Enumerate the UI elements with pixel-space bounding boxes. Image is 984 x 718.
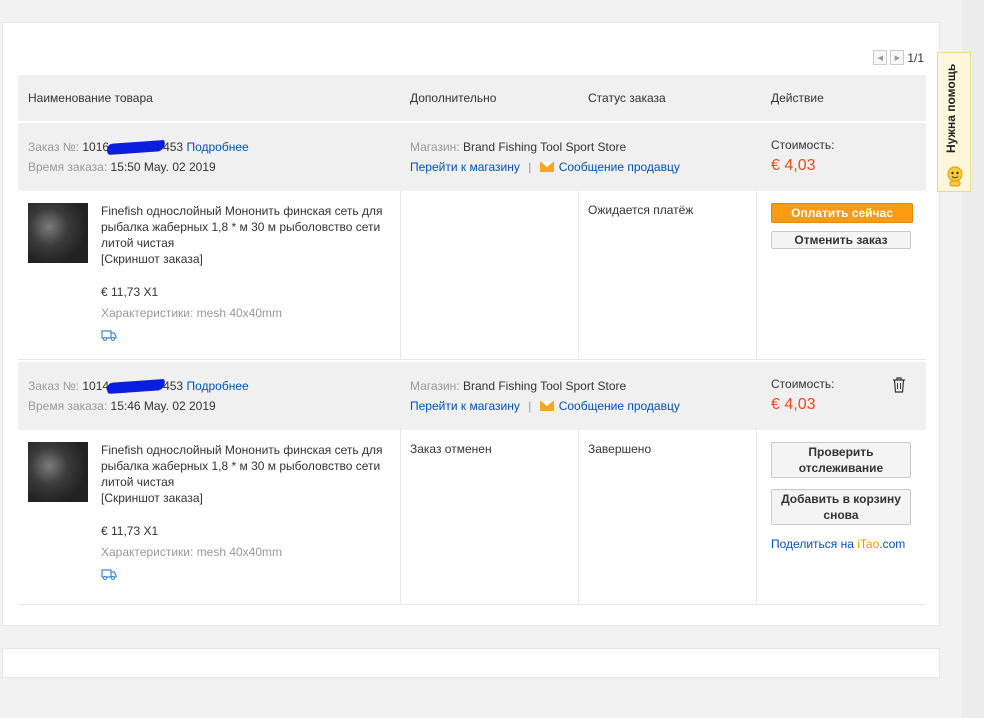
prev-page-button[interactable]: ◀ <box>873 50 888 65</box>
itao-brand-com: .com <box>879 537 906 551</box>
order-number-label: Заказ №: <box>28 140 80 154</box>
help-widget[interactable]: Нужна помощь <box>937 52 971 192</box>
order-number-start: 1016 <box>82 140 110 154</box>
store-line: Магазин: Brand Fishing Tool Sport Store <box>410 140 626 154</box>
envelope-icon <box>539 162 554 172</box>
pay-now-button[interactable]: Оплатить сейчас <box>771 203 913 223</box>
delivery-truck-icon[interactable] <box>101 568 117 580</box>
column-divider <box>400 430 401 604</box>
cost-label: Стоимость: <box>771 377 835 391</box>
order-time-line: Время заказа: 15:50 May. 02 2019 <box>28 160 216 174</box>
column-divider <box>756 191 757 359</box>
share-text: Поделиться на <box>771 537 854 551</box>
check-tracking-line2: отслеживание <box>798 461 884 475</box>
column-divider <box>578 430 579 604</box>
order-number-start: 1014 <box>82 379 110 393</box>
order-number-label: Заказ №: <box>28 379 80 393</box>
store-line: Магазин: Brand Fishing Tool Sport Store <box>410 379 626 393</box>
redaction-mark <box>106 140 166 156</box>
page-indicator: 1/1 <box>907 50 924 65</box>
go-to-store-link[interactable]: Перейти к магазину <box>410 399 520 413</box>
link-separator: | <box>528 399 532 413</box>
order-details-link[interactable]: Подробнее <box>186 379 248 393</box>
order-number-line: Заказ №: 1014 453 Подробнее <box>28 379 249 395</box>
product-specs: Характеристики: mesh 40x40mm <box>101 306 283 320</box>
product-price: € 11,73 X1 <box>101 524 159 538</box>
product-title-text[interactable]: Finefish однослойный Мононить финская се… <box>101 443 382 489</box>
product-specs: Характеристики: mesh 40x40mm <box>101 545 283 559</box>
order-snapshot-link[interactable]: [Скриншот заказа] <box>101 491 203 505</box>
order-snapshot-link[interactable]: [Скриншот заказа] <box>101 252 203 266</box>
go-to-store-link[interactable]: Перейти к магазину <box>410 160 520 174</box>
share-itao-link[interactable]: Поделиться на iTao.com <box>771 537 905 551</box>
cost-label: Стоимость: <box>771 138 835 152</box>
delivery-truck-icon[interactable] <box>101 329 117 341</box>
add-to-cart-line2: снова <box>823 508 859 522</box>
column-divider <box>578 191 579 359</box>
order-item: Finefish однослойный Мононить финская се… <box>18 430 926 605</box>
message-seller-link[interactable]: Сообщение продавцу <box>559 399 680 413</box>
order-header: Заказ №: 1014 453 Подробнее Время заказа:… <box>18 362 926 430</box>
add-to-cart-again-button[interactable]: Добавить в корзину снова <box>771 489 911 525</box>
order-time-line: Время заказа: 15:46 May. 02 2019 <box>28 399 216 413</box>
help-label[interactable]: Нужна помощь <box>944 64 958 153</box>
store-label: Магазин: <box>410 379 460 393</box>
product-thumbnail[interactable] <box>28 203 88 263</box>
table-header: Наименование товара Дополнительно Статус… <box>18 75 926 121</box>
order-time: 15:50 May. 02 2019 <box>110 160 216 174</box>
header-product: Наименование товара <box>28 91 153 105</box>
order-time: 15:46 May. 02 2019 <box>110 399 216 413</box>
store-links: Перейти к магазину | Сообщение продавцу <box>410 160 680 174</box>
header-status: Статус заказа <box>588 91 666 105</box>
store-links: Перейти к магазину | Сообщение продавцу <box>410 399 680 413</box>
trash-icon[interactable] <box>892 377 906 393</box>
link-separator: | <box>528 160 532 174</box>
message-seller-link[interactable]: Сообщение продавцу <box>559 160 680 174</box>
product-thumbnail[interactable] <box>28 442 88 502</box>
order-details-link[interactable]: Подробнее <box>186 140 248 154</box>
store-name: Brand Fishing Tool Sport Store <box>462 140 627 154</box>
envelope-icon <box>539 401 554 411</box>
header-action: Действие <box>771 91 824 105</box>
add-to-cart-line1: Добавить в корзину <box>781 492 901 506</box>
order-cost: € 4,03 <box>771 157 816 174</box>
column-divider <box>400 191 401 359</box>
check-tracking-line1: Проверить <box>808 445 874 459</box>
itao-brand-tao: Tao <box>859 537 880 551</box>
redaction-mark <box>106 379 166 395</box>
order-status: Ожидается платёж <box>588 203 694 217</box>
order-header: Заказ №: 1016 453 Подробнее Время заказа:… <box>18 123 926 191</box>
order-time-label: Время заказа: <box>28 399 108 413</box>
orders-panel: ◀ ▶ 1/1 Наименование товара Дополнительн… <box>2 22 940 626</box>
order-cost: € 4,03 <box>771 396 816 413</box>
order-number-end: 453 <box>163 140 184 154</box>
order-number-line: Заказ №: 1016 453 Подробнее <box>28 140 249 156</box>
store-label: Магазин: <box>410 140 460 154</box>
order-item: Finefish однослойный Мононить финская се… <box>18 191 926 360</box>
store-name: Brand Fishing Tool Sport Store <box>462 379 627 393</box>
orders-table: Наименование товара Дополнительно Статус… <box>18 75 926 605</box>
bottom-panel <box>2 648 940 678</box>
header-additional: Дополнительно <box>410 91 497 105</box>
order-time-label: Время заказа: <box>28 160 108 174</box>
help-mascot-icon <box>947 166 963 187</box>
product-title[interactable]: Finefish однослойный Мононить финская се… <box>101 203 393 267</box>
pagination: ◀ ▶ 1/1 <box>873 50 924 65</box>
order-number-end: 453 <box>163 379 184 393</box>
cancel-order-button[interactable]: Отменить заказ <box>771 231 911 249</box>
next-page-button[interactable]: ▶ <box>890 50 905 65</box>
order-status: Завершено <box>588 442 652 456</box>
product-title[interactable]: Finefish однослойный Мононить финская се… <box>101 442 393 506</box>
check-tracking-button[interactable]: Проверить отслеживание <box>771 442 911 478</box>
product-price: € 11,73 X1 <box>101 285 159 299</box>
product-title-text[interactable]: Finefish однослойный Мононить финская се… <box>101 204 382 250</box>
column-divider <box>756 430 757 604</box>
additional-info: Заказ отменен <box>410 442 492 456</box>
